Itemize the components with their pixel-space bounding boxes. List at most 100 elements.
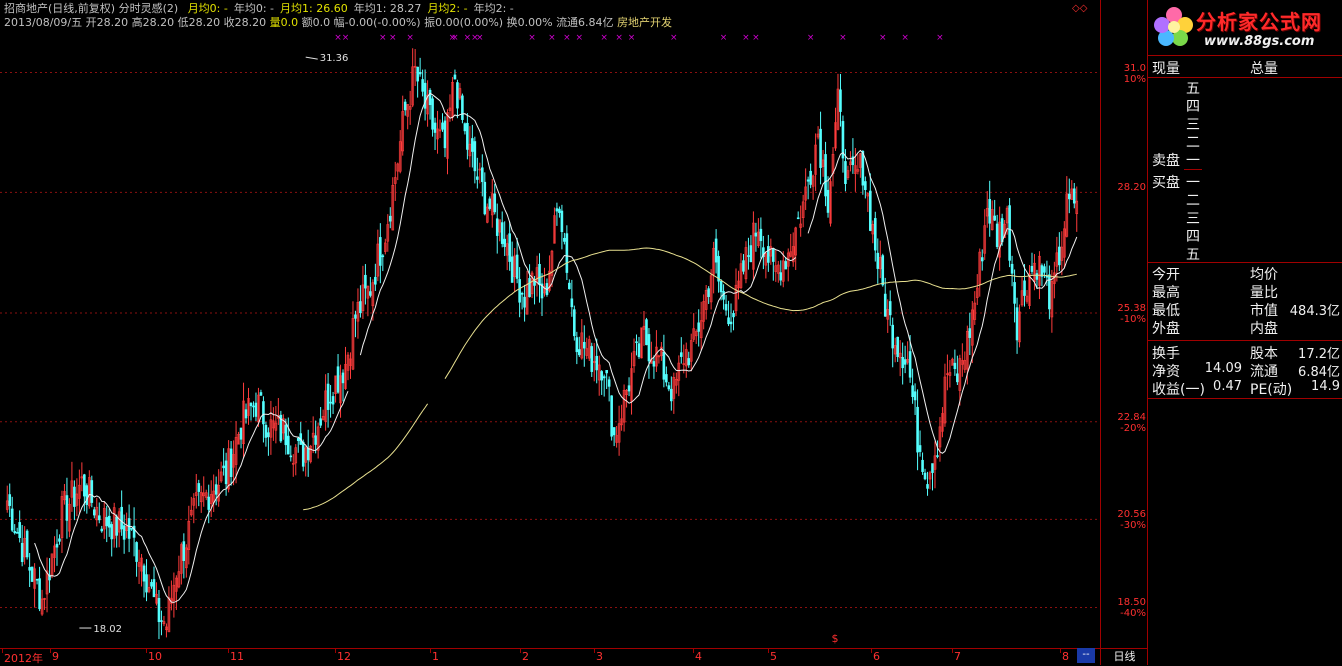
- candle-body: [35, 578, 39, 581]
- marker-x: ×: [528, 33, 536, 43]
- high-arrow: [305, 56, 318, 60]
- candle-body: [471, 138, 474, 152]
- candle-body: [224, 460, 228, 485]
- stat-value: 484.3亿: [1289, 304, 1340, 319]
- candle-body: [197, 483, 201, 492]
- candle-body: [605, 370, 608, 374]
- candle-body: [558, 208, 561, 213]
- bar-amplitude: 振0.00(0.00%): [424, 16, 504, 29]
- candle-body: [652, 361, 656, 367]
- candle-body: [100, 528, 104, 532]
- bar-high: 高28.20: [131, 16, 175, 29]
- candle-body: [319, 418, 322, 426]
- total-vol-label: 总量: [1250, 61, 1278, 77]
- ma-item: 月均0: -: [187, 2, 228, 15]
- candle-body: [493, 193, 497, 213]
- candle-body: [1023, 280, 1026, 296]
- candle-body: [936, 455, 939, 457]
- pct-tick-label: -20%: [1120, 422, 1146, 434]
- time-tick: [146, 649, 147, 653]
- stock-name: 招商地产(日线,前复权): [4, 2, 116, 15]
- bar-volume: 量0.0: [269, 16, 299, 29]
- time-tick: [335, 649, 336, 653]
- tab-daily[interactable]: 日线: [1100, 648, 1148, 665]
- candle-body: [381, 255, 385, 258]
- marker-x: ×: [901, 33, 909, 43]
- price-axis: 31.0 10% 28.20 25.38 -10% 22.84 -20% 20.56 -30% 1…: [1100, 0, 1148, 665]
- bar-float: 流通6.84亿: [556, 16, 614, 29]
- stat-value: 6.84亿: [1298, 365, 1340, 380]
- candle-body: [582, 341, 586, 349]
- candle-body: [105, 517, 109, 527]
- candle-body: [824, 154, 827, 197]
- candle-body: [600, 371, 603, 381]
- time-tick-label: 2: [522, 650, 529, 663]
- candle-body: [784, 261, 788, 270]
- corner-toggle-button[interactable]: --: [1077, 648, 1095, 663]
- bar-open: 开28.20: [85, 16, 129, 29]
- candle-body: [58, 538, 61, 542]
- time-tick-label: 5: [770, 650, 777, 663]
- candle-body: [38, 578, 41, 610]
- candle-body: [25, 530, 29, 558]
- candle-body: [289, 455, 293, 458]
- time-tick: [871, 649, 872, 653]
- marker-x: ×: [379, 33, 387, 43]
- candle-body: [806, 179, 810, 182]
- candle-body: [1043, 266, 1046, 273]
- time-tick-label: 2012年: [4, 652, 43, 665]
- candle-body: [30, 566, 34, 582]
- kline-chart[interactable]: × × × × × ×× × ×× × × × × × × × × × × × × × × × ×31.3618.02$: [0, 0, 1100, 648]
- candle-body: [610, 395, 613, 437]
- sell-label: 卖盘: [1152, 153, 1180, 169]
- marker-x: ×: [476, 33, 484, 43]
- bar-amount: 额0.0: [301, 16, 331, 29]
- price-tick-label: 22.84: [1117, 411, 1146, 423]
- candle-body: [896, 336, 899, 357]
- candle-body: [18, 522, 21, 538]
- ma-values: 月均0: - 年均0: - 月均1: 26.60 年均1: 28.27 月均2: - 年均…: [182, 2, 514, 15]
- candle-body: [883, 293, 887, 317]
- candle-body: [911, 385, 914, 397]
- candle-body: [1008, 205, 1011, 261]
- marker-x: ×: [670, 33, 678, 43]
- candle-body: [931, 463, 934, 473]
- stat-label: 内盘: [1250, 321, 1278, 337]
- marker-x: ×: [406, 33, 414, 43]
- ma-short-line: [34, 92, 1078, 603]
- marker-x: ×: [720, 33, 728, 43]
- candle-body: [826, 189, 830, 213]
- stat-label: PE(动): [1250, 382, 1293, 398]
- stat-label: 均价: [1250, 267, 1278, 283]
- marker-x: ×: [839, 33, 847, 43]
- candle-body: [483, 181, 487, 215]
- dividend-icon: $: [832, 632, 839, 645]
- candle-body: [207, 496, 211, 510]
- candle-body: [453, 74, 457, 80]
- candle-body: [214, 484, 218, 495]
- time-tick: [228, 649, 229, 653]
- marker-x: ×: [548, 33, 556, 43]
- marker-x: ×: [807, 33, 815, 43]
- kline-chart-area[interactable]: × × × × × × × × × × × × × × × × × × × × × × × × × × 31.36 18.02 $ 招商…: [0, 0, 1100, 665]
- candle-body: [433, 122, 437, 133]
- marker-x: ×: [615, 33, 623, 43]
- candle-body: [284, 424, 288, 446]
- candle-body: [239, 427, 243, 440]
- candle-body: [1030, 265, 1034, 272]
- candle-body: [331, 396, 335, 405]
- sell-level-label: 一: [1186, 153, 1200, 169]
- candle-body: [888, 301, 892, 316]
- candle-body: [301, 441, 305, 467]
- ma-item: 年均2: -: [473, 2, 514, 15]
- divider: [1148, 55, 1342, 56]
- current-vol-label: 现量: [1152, 61, 1180, 77]
- time-tick-label: 7: [954, 650, 961, 663]
- buy-level-label: 二: [1186, 193, 1200, 209]
- candle-body: [523, 296, 526, 308]
- stat-value: 17.2亿: [1298, 347, 1340, 362]
- candle-body: [993, 215, 996, 221]
- window-control-icons[interactable]: ◇◇: [1072, 3, 1087, 14]
- candle-body: [861, 150, 865, 186]
- candle-body: [421, 79, 424, 92]
